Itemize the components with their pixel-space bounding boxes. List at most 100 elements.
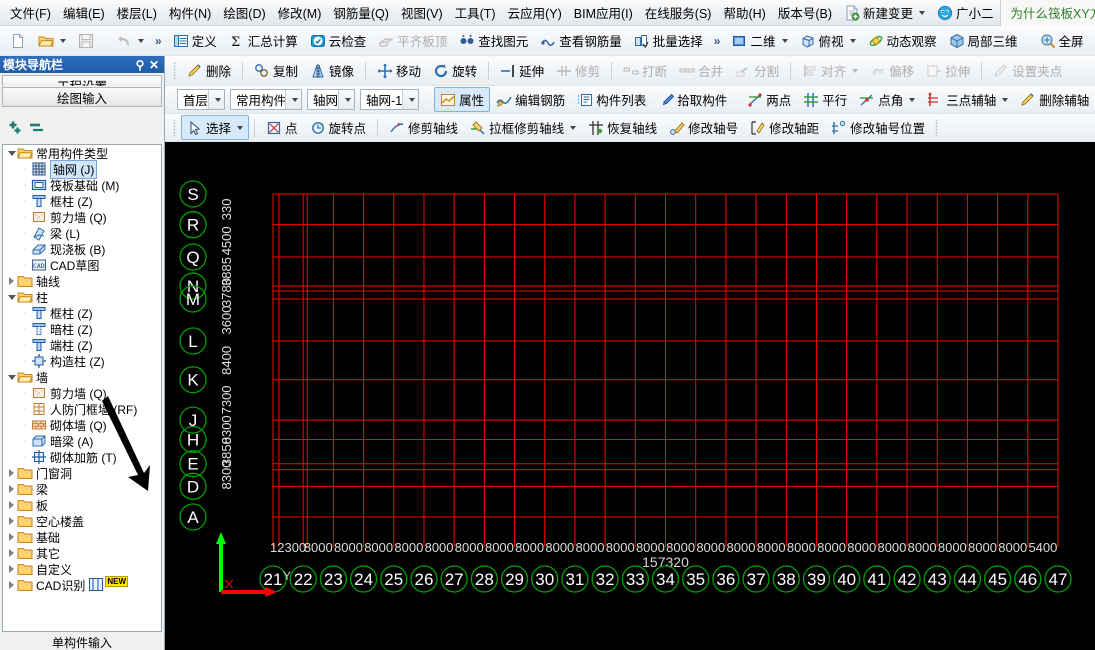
tree-item[interactable]: · 砌体墙 (Q)	[3, 417, 161, 433]
single-component-input-button[interactable]: 单构件输入	[0, 634, 164, 650]
axis-grid-drawing[interactable]: SRQNMLKJHEDA3304500388537803600840073008…	[165, 142, 1095, 642]
close-icon[interactable]: ✕	[147, 58, 161, 72]
trim-axis-button[interactable]: 修剪轴线	[383, 115, 464, 140]
component-type-selector[interactable]: 轴网	[307, 89, 356, 110]
tree-item[interactable]: · 框柱 (Z)	[3, 193, 161, 209]
split-button[interactable]: 分割	[729, 58, 785, 83]
two-point-button[interactable]: 两点	[741, 87, 797, 112]
delete-button[interactable]: 删除	[181, 58, 237, 83]
collapse-triangle-icon[interactable]	[6, 369, 17, 385]
find-element-button[interactable]: 查找图元	[453, 28, 534, 53]
menu-item-rebar[interactable]: 钢筋量(Q)	[327, 0, 395, 25]
tree-item[interactable]: 梁	[3, 481, 161, 497]
modify-axis-spacing-button[interactable]: 修改轴距	[744, 115, 825, 140]
delete-aux-axis-button[interactable]: 删除辅轴	[1014, 87, 1095, 112]
move-button[interactable]: 移动	[371, 58, 427, 83]
rotate-button[interactable]: 旋转	[427, 58, 483, 83]
add-component-icon[interactable]	[6, 120, 22, 136]
expand-triangle-icon[interactable]	[6, 561, 17, 577]
menu-item-tools[interactable]: 工具(T)	[449, 0, 502, 25]
tree-item[interactable]: · 砌体加筋 (T)	[3, 449, 161, 465]
menu-item-edit[interactable]: 编辑(E)	[57, 0, 111, 25]
chevron-down-icon[interactable]	[208, 90, 225, 109]
new-change-button[interactable]: 新建变更	[838, 0, 931, 25]
save-button[interactable]	[72, 30, 100, 52]
component-tree[interactable]: 常用构件类型 · 轴网 (J) · 筏板基础 (M) · 框柱 (Z) · 剪力墙 (Q) · 梁 …	[2, 144, 162, 632]
new-file-button[interactable]	[4, 30, 32, 52]
tree-item[interactable]: · 暗梁 (A)	[3, 433, 161, 449]
select-tool-button[interactable]: 选择	[181, 115, 250, 140]
tree-item[interactable]: · 剪力墙 (Q)	[3, 385, 161, 401]
menu-item-cloud-app[interactable]: 云应用(Y)	[502, 0, 568, 25]
break-button[interactable]: 打断	[617, 58, 673, 83]
component-category-selector[interactable]: 常用构件类	[230, 89, 303, 110]
document-title-tab[interactable]: 为什么筏板XY方向布置..	[999, 0, 1095, 26]
menu-item-view[interactable]: 视图(V)	[395, 0, 449, 25]
toolbar-overflow-button-2[interactable]: »	[709, 34, 726, 48]
summary-calc-button[interactable]: Σ 汇总计算	[223, 28, 304, 53]
tree-item[interactable]: 其它	[3, 545, 161, 561]
batch-select-button[interactable]: 批量选择	[628, 28, 709, 53]
expand-triangle-icon[interactable]	[6, 465, 17, 481]
expand-triangle-icon[interactable]	[6, 513, 17, 529]
mirror-button[interactable]: 镜像	[304, 58, 360, 83]
chevron-down-icon[interactable]	[570, 125, 577, 130]
tree-item[interactable]: · 梁 (L)	[3, 225, 161, 241]
align-slab-top-button[interactable]: 平齐板顶	[372, 28, 453, 53]
menu-item-bim-app[interactable]: BIM应用(I)	[568, 0, 639, 25]
tree-item[interactable]: 板	[3, 497, 161, 513]
rotate-point-button[interactable]: 旋转点	[304, 115, 373, 140]
floor-selector[interactable]: 首层	[177, 89, 226, 110]
draw-input-button[interactable]: 绘图输入	[2, 87, 162, 107]
modify-axis-number-button[interactable]: 修改轴号	[663, 115, 744, 140]
restore-axis-button[interactable]: 恢复轴线	[582, 115, 663, 140]
fullscreen-button[interactable]: 全屏	[1034, 28, 1090, 53]
chevron-down-icon[interactable]	[138, 38, 144, 43]
chevron-down-icon[interactable]	[919, 10, 926, 15]
tree-item[interactable]: · 剪力墙 (Q)	[3, 209, 161, 225]
point-tool-button[interactable]: 点	[260, 115, 304, 140]
align-button[interactable]: 对齐	[796, 58, 864, 83]
toolbar-drag-handle[interactable]	[173, 61, 177, 80]
toolbar-drag-handle[interactable]	[935, 118, 940, 137]
tree-item[interactable]: 门窗洞	[3, 465, 161, 481]
tree-item[interactable]: · 轴网 (J)	[3, 159, 161, 179]
modify-axis-number-position-button[interactable]: 修改轴号位置	[825, 115, 931, 140]
stretch-button[interactable]: 拉伸	[920, 58, 976, 83]
parallel-button[interactable]: 平行	[797, 87, 853, 112]
pin-icon[interactable]: ⚲	[133, 58, 147, 72]
component-name-selector[interactable]: 轴网-1	[360, 89, 420, 110]
remove-component-icon[interactable]	[28, 120, 44, 136]
pick-component-button[interactable]: 拾取构件	[652, 87, 733, 112]
tree-item[interactable]: · 框柱 (Z)	[3, 305, 161, 321]
dynamic-orbit-button[interactable]: 动态观察	[862, 28, 943, 53]
open-file-button[interactable]	[32, 30, 72, 52]
edit-rebar-button[interactable]: 编辑钢筋	[490, 87, 571, 112]
menu-item-component[interactable]: 构件(N)	[163, 0, 217, 25]
tree-item[interactable]: 空心楼盖	[3, 513, 161, 529]
tree-item[interactable]: · CAD CAD草图	[3, 257, 161, 273]
tree-item[interactable]: 基础	[3, 529, 161, 545]
chevron-down-icon[interactable]	[402, 90, 419, 109]
cloud-check-button[interactable]: 云检查	[304, 28, 373, 53]
toolbar-overflow-button[interactable]: »	[150, 34, 167, 48]
chevron-down-icon[interactable]	[338, 90, 355, 109]
tree-item[interactable]: CAD识别 NEW	[3, 575, 161, 593]
tree-item[interactable]: · 筏板基础 (M)	[3, 177, 161, 193]
partial-3d-button[interactable]: 局部三维	[943, 28, 1024, 53]
chevron-down-icon[interactable]	[849, 38, 856, 43]
copy-button[interactable]: 复制	[248, 58, 304, 83]
expand-triangle-icon[interactable]	[6, 273, 17, 289]
menu-item-modify[interactable]: 修改(M)	[272, 0, 328, 25]
menu-item-floor[interactable]: 楼层(L)	[111, 0, 163, 25]
three-point-aux-axis-button[interactable]: 三点辅轴	[921, 87, 1014, 112]
expand-triangle-icon[interactable]	[6, 529, 17, 545]
user-account-button[interactable]: 广小二	[931, 0, 1000, 25]
drawing-canvas[interactable]: S R Q N M L K J H E D A 330 4500 3885 3780 3600 8400 7300 8…	[165, 142, 1095, 650]
merge-button[interactable]: 合并	[673, 58, 729, 83]
expand-triangle-icon[interactable]	[6, 545, 17, 561]
collapse-triangle-icon[interactable]	[6, 145, 17, 161]
tree-item[interactable]: 自定义	[3, 561, 161, 577]
menu-item-version[interactable]: 版本号(B)	[772, 0, 838, 25]
chevron-down-icon[interactable]	[60, 38, 66, 43]
